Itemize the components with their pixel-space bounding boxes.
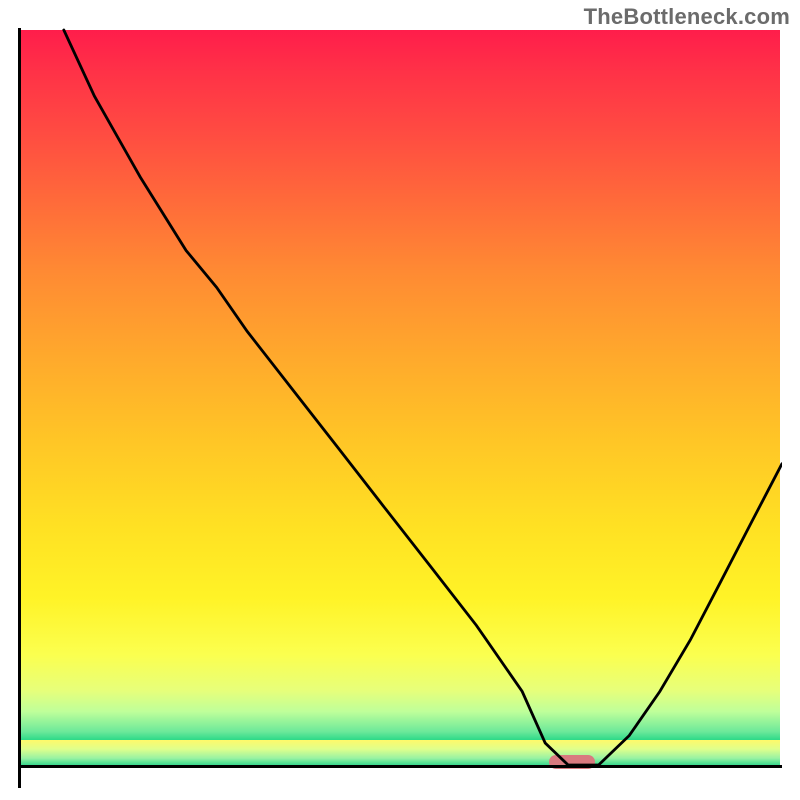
watermark-text: TheBottleneck.com xyxy=(584,4,790,30)
bottleneck-curve-path xyxy=(64,30,782,765)
plot-frame xyxy=(18,28,782,788)
chart-container: TheBottleneck.com xyxy=(0,0,800,800)
plot-inner xyxy=(18,28,782,788)
x-axis xyxy=(18,765,782,768)
bottleneck-curve xyxy=(18,28,782,788)
y-axis xyxy=(18,28,21,788)
